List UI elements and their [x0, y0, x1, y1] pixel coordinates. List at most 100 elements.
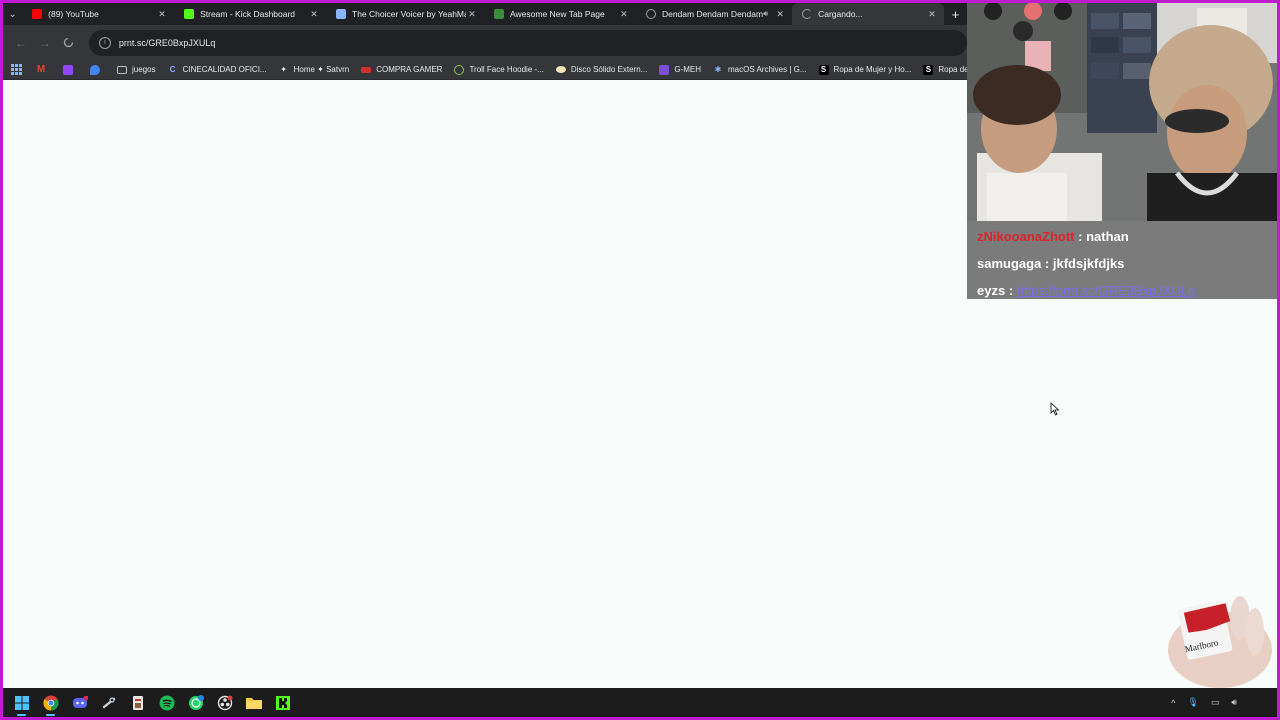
chat-separator: : — [1005, 283, 1017, 298]
bookmark-label: Troll Face Hoodie -... — [469, 65, 544, 74]
webcam-image — [967, 3, 1277, 221]
tab-title: The Choicer Voicer by YeahMay — [352, 9, 467, 19]
whatsapp-icon[interactable] — [181, 688, 210, 717]
bookmark-label: Home ✦ Satvrn — [293, 65, 350, 74]
globe-icon — [645, 9, 656, 19]
bookmark-label: G-MEH — [674, 65, 701, 74]
chat-text: jkfdsjkfdjks — [1052, 256, 1125, 271]
bookmark-label: Disco Sólido Extern... — [570, 65, 648, 74]
bookmark-label: CINECALIDAD OFICI... — [182, 65, 267, 74]
tab-strip: ⌄ (89) YouTube ✕ Stream - Kick Dashboard… — [3, 3, 967, 25]
twitch-icon — [63, 64, 73, 75]
troll-icon — [454, 64, 465, 75]
bookmark-ropa-1[interactable]: S Ropa de Mujer y Ho... — [818, 64, 912, 75]
bookmark-troll-face[interactable]: Troll Face Hoodie -... — [454, 64, 544, 75]
tab-youtube[interactable]: (89) YouTube ✕ — [22, 3, 174, 25]
bookmark-label: juegos — [132, 65, 156, 74]
webcam-overlay — [967, 3, 1277, 221]
new-tab-button[interactable]: + — [944, 7, 967, 22]
grid-icon — [494, 9, 505, 19]
tab-loading[interactable]: Cargando... ✕ — [792, 3, 945, 25]
chat-text: nathan — [1086, 229, 1129, 244]
address-bar[interactable]: i prnt.sc/GRE0BxpJXULq — [88, 29, 967, 56]
disk-icon — [555, 66, 566, 73]
close-icon[interactable]: ✕ — [926, 9, 938, 20]
system-tray: ^ 🎙︎ ▭ 🔊︎ — [1171, 688, 1237, 717]
bookmark-disco[interactable]: Disco Sólido Extern... — [555, 65, 648, 74]
loading-spinner-icon — [802, 9, 813, 19]
forward-button[interactable]: → — [33, 31, 57, 55]
kick-icon — [184, 9, 195, 19]
address-url: prnt.sc/GRE0BxpJXULq — [118, 37, 216, 48]
chrome-icon[interactable] — [36, 688, 65, 717]
bookmark-label: Ropa de Mujer y Ho... — [833, 65, 912, 74]
tab-title: (89) YouTube — [48, 9, 99, 19]
speaker-icon[interactable]: 🔊︎ — [763, 9, 768, 19]
tab-title: Stream - Kick Dashboard — [200, 9, 296, 19]
s-icon: S — [818, 64, 829, 75]
tab-dendam[interactable]: Dendam Dendam Dendam 🔊︎ ✕ — [636, 3, 792, 25]
tab-awesome-new-tab[interactable]: Awesome New Tab Page ✕ — [484, 3, 636, 25]
bookmark-label: Ropa de Mujer y H — [938, 65, 967, 74]
bookmark-drop[interactable] — [90, 64, 105, 75]
close-icon[interactable]: ✕ — [308, 9, 320, 20]
star-icon: ✦ — [280, 65, 287, 74]
hand-cigarette-box-image: Marlboro — [1160, 588, 1277, 693]
spotify-icon[interactable] — [152, 688, 181, 717]
close-icon[interactable]: ✕ — [774, 9, 786, 20]
volume-icon[interactable]: 🔊︎ — [1231, 697, 1237, 708]
display-icon[interactable]: ▭ — [1211, 697, 1220, 708]
steam-icon[interactable] — [94, 688, 123, 717]
kick-icon[interactable] — [268, 688, 297, 717]
app-icon[interactable] — [123, 688, 152, 717]
loading-icon — [64, 37, 74, 48]
tab-title: Dendam Dendam Dendam — [661, 9, 764, 19]
browser-window: ⌄ (89) YouTube ✕ Stream - Kick Dashboard… — [3, 3, 967, 688]
bookmark-satvrn[interactable]: ✦ Home ✦ Satvrn — [279, 65, 350, 75]
chevron-up-icon[interactable]: ^ — [1171, 698, 1175, 708]
chat-message: zNikooanaZhott : nathan — [977, 223, 1277, 250]
bookmark-juegos[interactable]: juegos — [117, 65, 156, 74]
bookmark-label: macOS Archives | G... — [728, 65, 807, 74]
file-explorer-icon[interactable] — [239, 688, 268, 717]
s-icon: S — [923, 64, 934, 75]
bookmark-macos[interactable]: ✱ macOS Archives | G... — [713, 65, 807, 75]
chat-separator: : — [1041, 256, 1053, 271]
chat-username: samugaga — [977, 256, 1042, 271]
folder-icon — [117, 65, 127, 74]
bookmark-gmeh[interactable]: G-MEH — [659, 64, 701, 75]
windows-start-icon[interactable] — [7, 688, 36, 717]
tab-title: Cargando... — [818, 9, 863, 19]
stop-loading-button[interactable] — [57, 31, 81, 55]
bookmark-compra-gamer[interactable]: COMPRA GAMER — [361, 65, 442, 74]
drop-icon — [90, 64, 100, 75]
mac-icon: ✱ — [714, 65, 722, 74]
site-info-icon[interactable]: i — [98, 36, 111, 49]
close-icon[interactable]: ✕ — [618, 9, 630, 20]
tab-kick-dashboard[interactable]: Stream - Kick Dashboard ✕ — [174, 3, 326, 25]
apps-grid-icon[interactable] — [11, 64, 22, 75]
c-icon: C — [169, 65, 176, 74]
chat-link[interactable]: https://prnt.sc/GRE0BxpJXULq — [1017, 283, 1195, 298]
microphone-icon[interactable]: 🎙︎ — [1187, 697, 1198, 708]
tab-search-icon[interactable]: ⌄ — [3, 3, 22, 25]
discord-icon[interactable] — [65, 688, 94, 717]
bookmark-cinecalidad[interactable]: C CINECALIDAD OFICI... — [168, 65, 267, 75]
tab-title: Awesome New Tab Page — [510, 9, 605, 19]
bookmark-ropa-2[interactable]: S Ropa de Mujer y H — [923, 64, 967, 75]
close-icon[interactable]: ✕ — [466, 9, 478, 20]
chat-message: samugaga : jkfdsjkfdjks — [977, 250, 1277, 277]
obs-icon[interactable] — [210, 688, 239, 717]
youtube-icon — [32, 9, 43, 19]
gmail-icon: M — [36, 64, 46, 75]
bookmark-gmail[interactable]: M — [36, 64, 51, 75]
chat-overlay: zNikooanaZhott : nathan samugaga : jkfds… — [967, 221, 1277, 299]
bookmarks-bar: M juegos C CINECALIDAD OFICI... ✦ Home ✦ S… — [3, 60, 967, 80]
tab-choicer-voicer[interactable]: The Choicer Voicer by YeahMay ✕ — [326, 3, 484, 25]
back-button[interactable]: ← — [9, 31, 33, 55]
mouse-cursor-icon — [1050, 402, 1060, 421]
taskbar: ^ 🎙︎ ▭ 🔊︎ — [3, 688, 1277, 717]
close-icon[interactable]: ✕ — [156, 9, 168, 20]
bookmark-twitch[interactable] — [63, 64, 78, 75]
bookmark-label: COMPRA GAMER — [376, 65, 443, 74]
